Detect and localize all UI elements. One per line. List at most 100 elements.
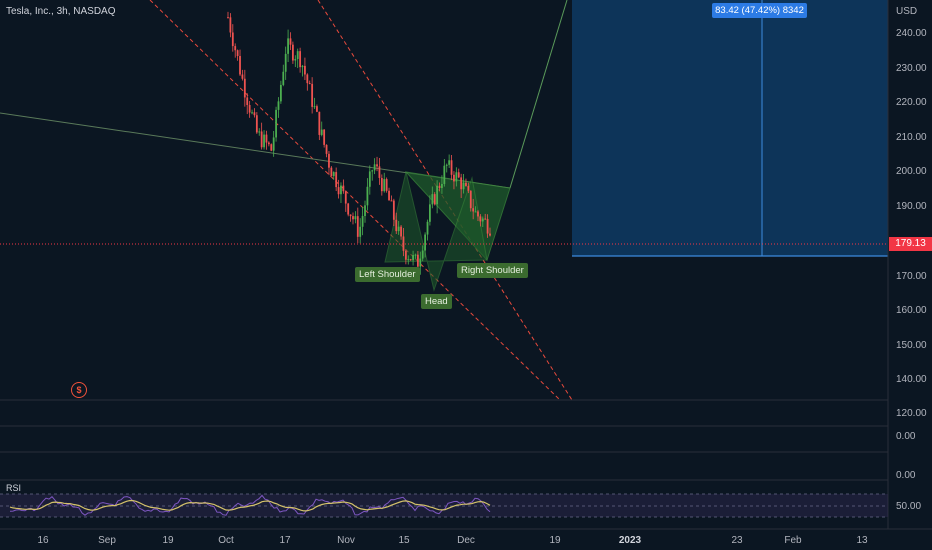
candle-body[interactable] (361, 216, 364, 227)
candle-body[interactable] (359, 226, 362, 237)
candle-body[interactable] (241, 74, 244, 79)
candle-body[interactable] (332, 172, 335, 177)
candle-body[interactable] (436, 185, 439, 205)
candle-body[interactable] (227, 17, 229, 19)
candle-body[interactable] (489, 233, 491, 236)
candle-body[interactable] (414, 254, 417, 256)
measure-box[interactable] (572, 0, 888, 256)
candle-body[interactable] (296, 51, 299, 59)
candle-body[interactable] (378, 166, 381, 178)
candle-body[interactable] (347, 203, 350, 215)
candle-body[interactable] (325, 144, 328, 154)
candle-body[interactable] (443, 165, 446, 184)
candle-body[interactable] (402, 236, 405, 251)
candle-body[interactable] (388, 190, 390, 201)
candle-body[interactable] (373, 164, 376, 171)
candle-body[interactable] (323, 129, 326, 145)
candle-body[interactable] (397, 226, 400, 232)
candle-body[interactable] (453, 174, 455, 182)
candle-body[interactable] (385, 179, 388, 191)
candle-body[interactable] (352, 216, 354, 220)
candle-body[interactable] (429, 204, 431, 222)
candle-body[interactable] (313, 106, 316, 108)
candle-body[interactable] (392, 200, 395, 220)
candle-body[interactable] (289, 38, 292, 45)
candle-body[interactable] (395, 219, 398, 232)
dollar-sign-icon[interactable]: $ (71, 382, 87, 398)
candle-body[interactable] (477, 211, 479, 217)
candle-body[interactable] (467, 185, 470, 191)
candle-body[interactable] (409, 259, 412, 261)
candle-body[interactable] (311, 83, 314, 107)
candle-body[interactable] (431, 194, 434, 205)
candle-body[interactable] (441, 183, 443, 189)
candle-body[interactable] (335, 172, 338, 188)
candle-body[interactable] (390, 200, 393, 202)
candle-body[interactable] (426, 221, 429, 235)
candle-body[interactable] (376, 164, 378, 167)
candle-body[interactable] (234, 46, 237, 51)
candle-body[interactable] (407, 259, 410, 261)
candle-body[interactable] (229, 17, 232, 33)
candle-body[interactable] (354, 216, 357, 220)
candle-body[interactable] (243, 78, 246, 98)
candle-body[interactable] (400, 226, 402, 237)
candle-body[interactable] (236, 50, 239, 57)
candle-body[interactable] (342, 185, 345, 192)
candle-body[interactable] (455, 172, 458, 182)
candle-body[interactable] (239, 56, 241, 75)
candle-body[interactable] (328, 153, 330, 168)
candle-body[interactable] (270, 144, 273, 151)
candle-body[interactable] (308, 83, 311, 85)
candle-body[interactable] (404, 250, 407, 260)
candle-body[interactable] (438, 185, 441, 189)
candle-body[interactable] (349, 214, 352, 217)
symbol-title[interactable]: Tesla, Inc., 3h, NASDAQ (6, 6, 116, 17)
candle-body[interactable] (364, 205, 366, 217)
candle-body[interactable] (301, 65, 304, 68)
candle-body[interactable] (424, 234, 427, 251)
candle-body[interactable] (260, 131, 263, 148)
candle-body[interactable] (448, 160, 451, 165)
currency-unit[interactable]: USD (896, 6, 917, 17)
candle-body[interactable] (462, 182, 465, 190)
candle-body[interactable] (366, 186, 369, 206)
candle-body[interactable] (275, 109, 277, 138)
head-label[interactable]: Head (421, 294, 452, 309)
candle-body[interactable] (484, 218, 487, 220)
candle-body[interactable] (419, 258, 422, 267)
candle-body[interactable] (474, 211, 477, 213)
candle-body[interactable] (282, 71, 285, 85)
candle-body[interactable] (291, 44, 294, 61)
candle-body[interactable] (380, 177, 383, 192)
candle-body[interactable] (344, 191, 347, 204)
candle-body[interactable] (251, 112, 253, 114)
rsi-indicator-label[interactable]: RSI (6, 483, 21, 493)
candle-body[interactable] (416, 254, 419, 267)
candle-body[interactable] (460, 177, 463, 190)
candle-body[interactable] (277, 101, 280, 110)
candle-body[interactable] (263, 134, 265, 148)
candle-body[interactable] (287, 38, 289, 54)
candle-body[interactable] (246, 97, 249, 105)
candle-body[interactable] (248, 104, 251, 113)
candle-body[interactable] (371, 170, 374, 172)
candle-body[interactable] (330, 167, 333, 177)
candle-body[interactable] (433, 194, 436, 205)
candle-body[interactable] (284, 53, 287, 72)
candle-body[interactable] (279, 84, 282, 102)
candle-body[interactable] (320, 129, 323, 135)
candle-body[interactable] (421, 250, 424, 259)
candle-body[interactable] (457, 172, 460, 178)
candle-body[interactable] (465, 182, 467, 186)
candle-body[interactable] (231, 32, 234, 47)
candle-body[interactable] (316, 106, 318, 112)
candle-body[interactable] (469, 190, 472, 209)
candle-body[interactable] (412, 255, 414, 261)
candle-body[interactable] (445, 164, 448, 166)
candle-body[interactable] (356, 216, 359, 237)
candle-body[interactable] (267, 142, 270, 145)
candle-body[interactable] (306, 74, 309, 84)
candle-body[interactable] (337, 187, 340, 195)
candle-body[interactable] (368, 171, 371, 187)
